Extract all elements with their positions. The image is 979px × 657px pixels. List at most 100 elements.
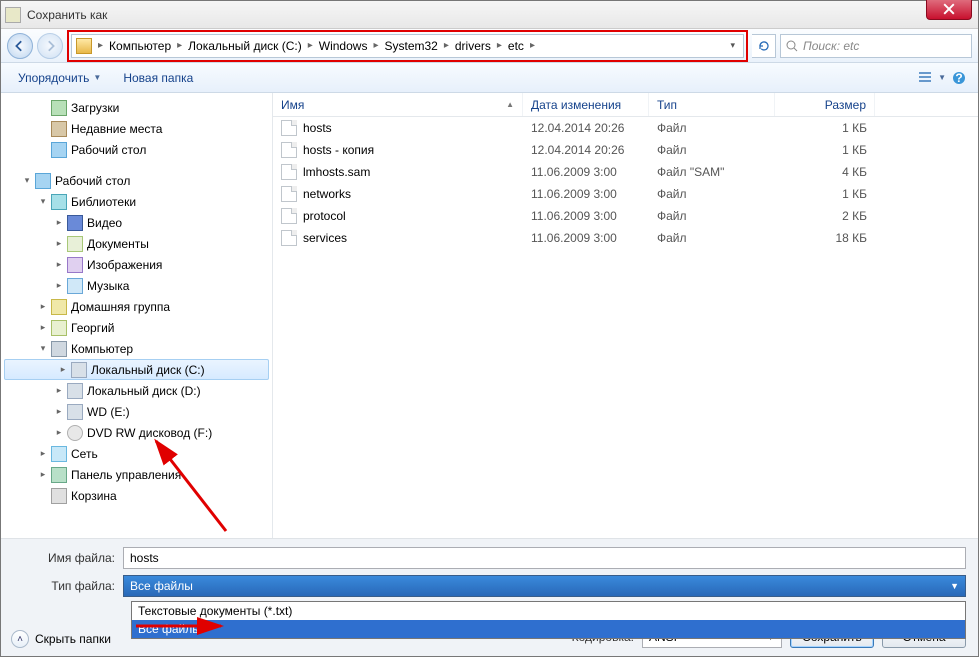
help-button[interactable]: ? [948,67,970,89]
file-name: services [303,231,347,245]
hide-folders-button[interactable]: ˄ Скрыть папки [11,630,111,648]
file-row[interactable]: protocol 11.06.2009 3:00 Файл 2 КБ [273,205,978,227]
filename-input[interactable] [123,547,966,569]
close-button[interactable] [926,0,972,20]
breadcrumb-segment[interactable]: Компьютер [105,39,175,53]
column-name[interactable]: Имя▲ [273,93,523,116]
tree-toggle-icon[interactable]: ▸ [53,259,65,271]
column-type[interactable]: Тип [649,93,775,116]
sidebar-item[interactable]: ▸Локальный диск (C:) [4,359,269,380]
tree-toggle-icon [37,123,49,135]
breadcrumb[interactable]: ▸ Компьютер▸Локальный диск (C:)▸Windows▸… [71,34,744,58]
breadcrumb-segment[interactable]: Windows [315,39,372,53]
file-icon [281,230,297,246]
sidebar-item[interactable]: ▸ Сеть [1,443,272,464]
file-row[interactable]: lmhosts.sam 11.06.2009 3:00 Файл "SAM" 4… [273,161,978,183]
sidebar-item[interactable]: Рабочий стол [1,139,272,160]
search-placeholder: Поиск: etc [803,39,859,53]
file-icon [281,208,297,224]
tree-toggle-icon[interactable]: ▸ [53,427,65,439]
sidebar-item-label: Корзина [71,489,117,503]
file-name: hosts - копия [303,143,374,157]
tree-toggle-icon[interactable]: ▾ [37,196,49,208]
filetype-value: Все файлы [130,579,193,593]
sidebar-item[interactable]: ▸Документы [1,233,272,254]
file-name: hosts [303,121,332,135]
sidebar-item-label: WD (E:) [87,405,130,419]
chevron-down-icon[interactable]: ▼ [938,73,946,82]
tree-toggle-icon[interactable]: ▸ [53,217,65,229]
filetype-option-all[interactable]: Все файлы [132,620,965,638]
sidebar-item[interactable]: ▸Видео [1,212,272,233]
tree-toggle-icon[interactable]: ▸ [37,322,49,334]
filetype-option-txt[interactable]: Текстовые документы (*.txt) [132,602,965,620]
sidebar-item[interactable]: ▸ Домашняя группа [1,296,272,317]
tree-toggle-icon[interactable]: ▾ [21,175,33,187]
sidebar-item[interactable]: ▾ Компьютер [1,338,272,359]
arrow-right-icon [44,40,56,52]
sidebar-item-label: Компьютер [71,342,133,356]
drive-icon [76,38,92,54]
folder-icon [51,299,67,315]
filetype-dropdown[interactable]: Текстовые документы (*.txt) Все файлы [131,601,966,639]
sidebar-item[interactable]: ▸Георгий [1,317,272,338]
tree-toggle-icon[interactable]: ▸ [53,406,65,418]
toolbar: Упорядочить ▼ Новая папка ▼ ? [1,63,978,93]
refresh-button[interactable] [752,34,776,58]
search-input[interactable]: Поиск: etc [780,34,972,58]
breadcrumb-segment[interactable]: drivers [451,39,495,53]
tree-toggle-icon[interactable]: ▸ [37,301,49,313]
sidebar-item[interactable]: Загрузки [1,97,272,118]
sidebar-item[interactable]: Недавние места [1,118,272,139]
file-name: lmhosts.sam [303,165,370,179]
tree-toggle-icon[interactable]: ▸ [37,448,49,460]
folder-icon [51,100,67,116]
chevron-down-icon[interactable]: ▾ [726,40,739,51]
sidebar-item[interactable]: ▾Рабочий стол [1,170,272,191]
tree-toggle-icon[interactable]: ▸ [53,385,65,397]
file-row[interactable]: hosts 12.04.2014 20:26 Файл 1 КБ [273,117,978,139]
sidebar-item[interactable]: ▸Изображения [1,254,272,275]
forward-button[interactable] [37,33,63,59]
folder-icon [51,488,67,504]
sidebar-item-label: Сеть [71,447,98,461]
view-options-button[interactable] [914,67,936,89]
sidebar-item[interactable]: ▸ WD (E:) [1,401,272,422]
column-size[interactable]: Размер [775,93,875,116]
filetype-select[interactable]: Все файлы ▼ [123,575,966,597]
sidebar-item[interactable]: ▾Библиотеки [1,191,272,212]
column-date[interactable]: Дата изменения [523,93,649,116]
file-row[interactable]: services 11.06.2009 3:00 Файл 18 КБ [273,227,978,249]
sidebar-item[interactable]: Корзина [1,485,272,506]
tree-toggle-icon[interactable]: ▸ [53,280,65,292]
sidebar-item-label: Рабочий стол [71,143,146,157]
file-row[interactable]: hosts - копия 12.04.2014 20:26 Файл 1 КБ [273,139,978,161]
sidebar-item[interactable]: ▸Музыка [1,275,272,296]
organize-button[interactable]: Упорядочить ▼ [9,67,110,89]
tree-toggle-icon[interactable]: ▸ [37,469,49,481]
breadcrumb-segment[interactable]: System32 [380,39,441,53]
file-type: Файл [649,143,775,157]
window-title: Сохранить как [27,8,107,22]
back-button[interactable] [7,33,33,59]
nav-bar: ▸ Компьютер▸Локальный диск (C:)▸Windows▸… [1,29,978,63]
file-date: 12.04.2014 20:26 [523,121,649,135]
sidebar[interactable]: ЗагрузкиНедавние места Рабочий стол ▾Рабоч… [1,93,273,538]
sidebar-item[interactable]: ▸Панель управления [1,464,272,485]
file-list[interactable]: Имя▲ Дата изменения Тип Размер hosts 12.… [273,93,978,538]
new-folder-button[interactable]: Новая папка [114,67,202,89]
breadcrumb-segment[interactable]: Локальный диск (C:) [184,39,306,53]
tree-toggle-icon[interactable]: ▸ [53,238,65,250]
tree-toggle-icon[interactable]: ▾ [37,343,49,355]
breadcrumb-segment[interactable]: etc [504,39,528,53]
list-icon [917,70,933,86]
sidebar-item-label: Локальный диск (D:) [87,384,201,398]
sidebar-item[interactable]: ▸ Локальный диск (D:) [1,380,272,401]
chevron-right-icon: ▸ [528,40,537,51]
file-icon [281,186,297,202]
sidebar-item-label: Домашняя группа [71,300,170,314]
sidebar-item[interactable]: ▸DVD RW дисковод (F:) [1,422,272,443]
chevron-right-icon: ▸ [175,40,184,51]
tree-toggle-icon[interactable]: ▸ [57,364,69,376]
file-row[interactable]: networks 11.06.2009 3:00 Файл 1 КБ [273,183,978,205]
